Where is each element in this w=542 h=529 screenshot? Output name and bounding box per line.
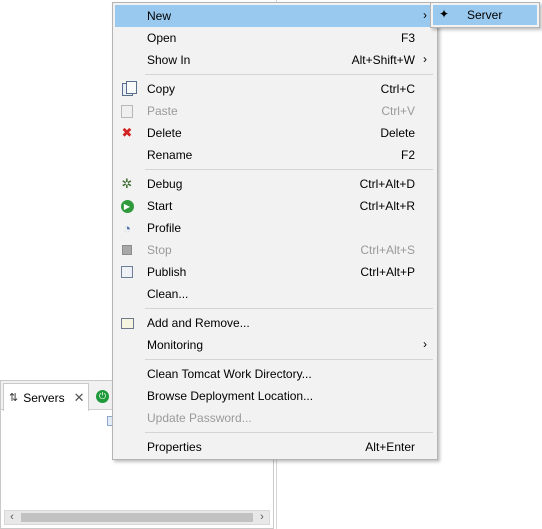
submenu-arrow-icon: ›	[423, 8, 427, 22]
workbench: ⇅ Servers ✕ ⏻ ‹ › New › Open F3 Show In …	[0, 0, 542, 529]
menu-item-profile[interactable]: ◔ Profile	[115, 217, 435, 239]
menu-item-label: Add and Remove...	[147, 316, 250, 330]
menu-item-rename[interactable]: Rename F2	[115, 144, 435, 166]
menu-item-delete[interactable]: ✖ Delete Delete	[115, 122, 435, 144]
delete-icon: ✖	[121, 125, 133, 140]
menu-item-label: Profile	[147, 221, 182, 235]
scroll-right-icon[interactable]: ›	[255, 511, 269, 524]
submenu-item-label: Server	[467, 8, 503, 22]
paste-icon	[119, 103, 135, 119]
close-icon[interactable]: ✕	[74, 390, 85, 406]
publish-icon	[119, 264, 135, 280]
servers-view-icon: ⇅	[9, 392, 19, 404]
tab-servers-label: Servers	[23, 390, 65, 405]
start-server-icon[interactable]: ⏻	[96, 390, 109, 403]
menu-separator	[145, 74, 433, 75]
menu-item-copy[interactable]: Copy Ctrl+C	[115, 78, 435, 100]
menu-item-label: Rename	[147, 148, 193, 162]
menu-item-label: Start	[147, 199, 173, 213]
menu-item-monitoring[interactable]: Monitoring ›	[115, 334, 435, 356]
horizontal-scrollbar[interactable]: ‹ ›	[4, 510, 270, 525]
menu-item-stop[interactable]: Stop Ctrl+Alt+S	[115, 239, 435, 261]
stop-icon	[119, 242, 135, 258]
menu-item-shortcut: F3	[400, 31, 415, 45]
scrollbar-thumb[interactable]	[21, 513, 253, 522]
menu-item-label: Publish	[147, 265, 187, 279]
copy-icon	[119, 80, 137, 97]
submenu-arrow-icon: ›	[423, 52, 427, 66]
menu-item-shortcut: Ctrl+Alt+R	[359, 199, 415, 213]
start-icon: ▶	[119, 198, 135, 214]
menu-item-label: Paste	[147, 104, 178, 118]
menu-item-label: Delete	[147, 126, 182, 140]
menu-item-label: New	[147, 9, 172, 23]
menu-item-update-password[interactable]: Update Password...	[115, 407, 435, 429]
menu-item-label: Browse Deployment Location...	[147, 389, 314, 403]
menu-item-new[interactable]: New ›	[115, 5, 435, 27]
menu-item-shortcut: Ctrl+Alt+P	[360, 265, 415, 279]
menu-item-label: Properties	[147, 440, 202, 454]
submenu-item-server[interactable]: ✦ Server	[433, 5, 537, 25]
menu-item-label: Debug	[147, 177, 183, 191]
menu-item-properties[interactable]: Properties Alt+Enter	[115, 436, 435, 458]
menu-separator	[145, 432, 433, 433]
menu-item-shortcut: Ctrl+Alt+S	[360, 243, 415, 257]
menu-separator	[145, 169, 433, 170]
menu-item-shortcut: F2	[400, 148, 415, 162]
menu-item-start[interactable]: ▶ Start Ctrl+Alt+R	[115, 195, 435, 217]
menu-item-debug[interactable]: ✲ Debug Ctrl+Alt+D	[115, 173, 435, 195]
context-menu: New › Open F3 Show In Alt+Shift+W › Copy…	[112, 2, 438, 460]
menu-item-shortcut: Ctrl+V	[381, 104, 415, 118]
menu-item-paste[interactable]: Paste Ctrl+V	[115, 100, 435, 122]
menu-item-clean[interactable]: Clean...	[115, 283, 435, 305]
menu-item-label: Open	[147, 31, 177, 45]
menu-item-publish[interactable]: Publish Ctrl+Alt+P	[115, 261, 435, 283]
menu-separator	[145, 308, 433, 309]
submenu-arrow-icon: ›	[423, 337, 427, 351]
scroll-left-icon[interactable]: ‹	[5, 511, 19, 524]
menu-item-shortcut: Alt+Enter	[365, 440, 415, 454]
menu-item-shortcut: Ctrl+C	[380, 82, 415, 96]
menu-item-label: Stop	[147, 243, 172, 257]
menu-separator	[145, 359, 433, 360]
new-server-icon: ✦	[439, 7, 450, 21]
menu-item-label: Update Password...	[147, 411, 252, 425]
menu-item-browse-deployment-location[interactable]: Browse Deployment Location...	[115, 385, 435, 407]
debug-icon: ✲	[121, 176, 133, 191]
tab-servers[interactable]: ⇅ Servers ✕	[3, 383, 89, 411]
menu-item-shortcut: Delete	[380, 126, 415, 140]
menu-item-label: Clean Tomcat Work Directory...	[147, 367, 312, 381]
menu-item-shortcut: Ctrl+Alt+D	[359, 177, 415, 191]
menu-item-add-and-remove[interactable]: Add and Remove...	[115, 312, 435, 334]
menu-item-label: Copy	[147, 82, 176, 96]
menu-item-label: Monitoring	[147, 338, 204, 352]
profile-icon: ◔	[123, 220, 131, 236]
new-submenu: ✦ Server	[430, 2, 540, 28]
add-remove-icon	[119, 315, 135, 331]
menu-item-show-in[interactable]: Show In Alt+Shift+W ›	[115, 49, 435, 71]
menu-item-label: Show In	[147, 53, 191, 67]
menu-item-open[interactable]: Open F3	[115, 27, 435, 49]
menu-item-label: Clean...	[147, 287, 189, 301]
menu-item-shortcut: Alt+Shift+W	[351, 53, 415, 67]
menu-item-clean-tomcat-work-directory[interactable]: Clean Tomcat Work Directory...	[115, 363, 435, 385]
